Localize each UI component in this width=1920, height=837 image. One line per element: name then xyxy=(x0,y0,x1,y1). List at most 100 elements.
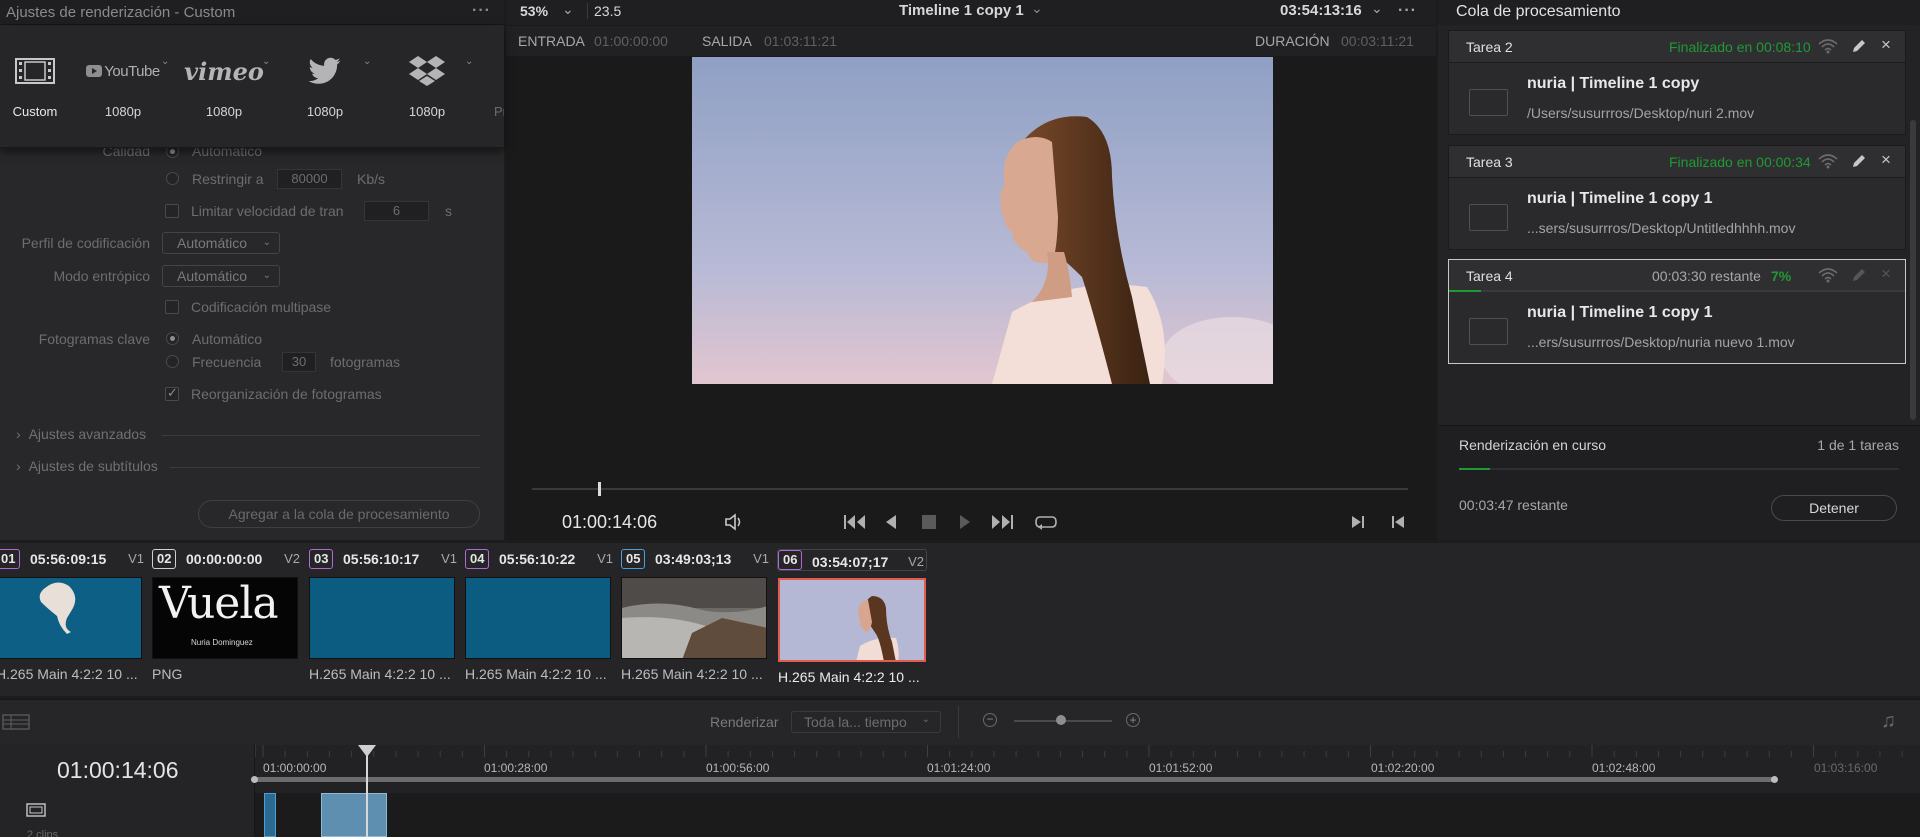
preset-strip: Custom YouTube ⌄ 1080p vimeo ⌄ 1080p ⌄ 1… xyxy=(0,26,504,148)
multipass-checkbox[interactable] xyxy=(165,300,179,314)
clip-item-selected[interactable]: 06 03:54:07;17 V2 H.265 Main 4:2:2 10 ..… xyxy=(777,549,927,685)
subtitle-settings-toggle[interactable]: › Ajustes de subtítulos xyxy=(16,458,480,474)
render-job[interactable]: Tarea 2 Finalizado en 00:08:10 × nuria |… xyxy=(1448,30,1906,135)
viewer-timecode: 03:54:13:16 xyxy=(1280,2,1362,19)
zoom-out-icon[interactable]: − xyxy=(983,713,997,727)
chevron-down-icon[interactable]: ⌄ xyxy=(262,56,270,67)
timeline-clip[interactable] xyxy=(321,793,387,837)
youtube-logo: YouTube xyxy=(73,51,173,91)
loop-icon[interactable] xyxy=(1034,513,1058,531)
stop-button[interactable]: Detener xyxy=(1771,495,1897,521)
ellipsis-icon[interactable]: ··· xyxy=(472,2,491,20)
keyframes-label: Fotogramas clave xyxy=(38,331,150,347)
profile-label: Perfil de codificación xyxy=(21,235,150,251)
play-icon[interactable] xyxy=(958,513,972,531)
preset-partial[interactable]: Pr xyxy=(478,26,504,147)
ruler-tick-label: 01:00:56:00 xyxy=(706,761,770,775)
playhead[interactable] xyxy=(366,745,368,837)
keyframes-freq-radio[interactable] xyxy=(166,355,179,368)
limit-speed-checkbox[interactable] xyxy=(165,204,179,218)
advanced-settings-label: Ajustes avanzados xyxy=(28,426,147,442)
play-reverse-icon[interactable] xyxy=(884,513,898,531)
render-range-bar[interactable] xyxy=(255,777,1775,782)
queue-scrollbar[interactable] xyxy=(1910,120,1916,420)
edit-icon[interactable] xyxy=(1851,38,1867,54)
skip-start-icon[interactable] xyxy=(843,513,867,531)
clip-track: V1 xyxy=(597,551,613,566)
clip-thumbnail xyxy=(465,577,611,659)
entropy-select[interactable]: Automático ⌄ xyxy=(162,265,280,287)
stop-icon[interactable] xyxy=(921,514,937,530)
chevron-down-icon[interactable]: ⌄ xyxy=(363,56,371,67)
preset-vimeo[interactable]: vimeo ⌄ 1080p xyxy=(174,26,274,147)
close-icon[interactable]: × xyxy=(1881,150,1891,170)
divider xyxy=(958,706,959,738)
zoom-level[interactable]: 53% xyxy=(520,3,548,19)
twitter-logo xyxy=(275,51,375,91)
range-start-handle[interactable] xyxy=(251,776,258,783)
job-progress-track xyxy=(1449,290,1905,292)
zoom-slider-handle[interactable] xyxy=(1056,715,1066,725)
render-range-select[interactable]: Toda la... tiempo ⌄ xyxy=(791,711,941,733)
bitrate-input[interactable]: 80000 xyxy=(277,169,342,189)
job-name: Tarea 2 xyxy=(1466,39,1513,55)
job-status: Finalizado en 00:00:34 xyxy=(1669,154,1811,170)
keyframes-input[interactable]: 30 xyxy=(282,352,316,372)
chevron-down-icon[interactable]: ⌄ xyxy=(161,56,169,67)
clip-thumbnail: Vuela Nuria Dominguez xyxy=(152,577,298,659)
ellipsis-icon[interactable]: ··· xyxy=(1398,2,1417,20)
clip-name: H.265 Main 4:2:2 10 ... xyxy=(309,666,451,682)
keyframes-auto-radio[interactable] xyxy=(166,332,179,345)
chevron-down-icon[interactable]: ⌄ xyxy=(562,1,574,18)
clip-track: V2 xyxy=(284,551,300,566)
add-to-queue-button[interactable]: Agregar a la cola de procesamiento xyxy=(198,500,480,528)
track-clip-count: 2 clips xyxy=(27,829,59,837)
limit-speed-label: Limitar velocidad de tran xyxy=(191,203,344,219)
job-path: ...sers/susurrros/Desktop/Untitledhhhh.m… xyxy=(1527,220,1796,236)
advanced-settings-toggle[interactable]: › Ajustes avanzados xyxy=(16,426,480,442)
render-mode-label: Renderizar xyxy=(710,714,779,730)
list-view-icon[interactable] xyxy=(2,714,30,730)
chevron-down-icon[interactable]: ⌄ xyxy=(465,56,473,67)
timeline-name[interactable]: Timeline 1 copy 1 xyxy=(899,2,1024,19)
clip-timecode: 00:00:00:00 xyxy=(186,551,263,567)
render-settings-header: Ajustes de renderización - Custom ··· xyxy=(0,0,504,25)
render-job-active[interactable]: Tarea 4 00:03:30 restante 7% × nuria | T… xyxy=(1448,259,1906,364)
skip-end-icon[interactable] xyxy=(990,513,1014,531)
preset-youtube[interactable]: YouTube ⌄ 1080p xyxy=(73,26,173,147)
close-icon[interactable]: × xyxy=(1881,35,1891,55)
clip-thumbnail xyxy=(778,578,926,662)
render-job[interactable]: Tarea 3 Finalizado en 00:00:34 × nuria |… xyxy=(1448,145,1906,250)
reorder-checkbox[interactable] xyxy=(165,385,179,401)
chevron-down-icon: ⌄ xyxy=(921,714,930,725)
preset-dropbox[interactable]: ⌄ 1080p xyxy=(377,26,477,147)
chevron-down-icon[interactable]: ⌄ xyxy=(1031,0,1043,17)
range-end-handle[interactable] xyxy=(1771,776,1778,783)
bitrate-unit: Kb/s xyxy=(357,171,386,187)
chevron-down-icon[interactable]: ⌄ xyxy=(1371,0,1383,17)
in-label: ENTRADA xyxy=(518,33,585,49)
duration-label: DURACIÓN xyxy=(1255,33,1330,49)
clip-number: 04 xyxy=(465,549,490,569)
timeline-clip[interactable] xyxy=(264,793,276,837)
zoom-in-icon[interactable]: + xyxy=(1126,713,1140,727)
preset-twitter[interactable]: ⌄ 1080p xyxy=(275,26,375,147)
playhead-handle[interactable] xyxy=(358,745,376,757)
profile-select[interactable]: Automático ⌄ xyxy=(162,232,280,254)
volume-icon[interactable] xyxy=(724,513,744,531)
restrict-radio[interactable] xyxy=(166,172,179,185)
ruler-tick-label: 01:02:48:00 xyxy=(1592,761,1656,775)
clip-track: V1 xyxy=(441,551,457,566)
scrub-handle[interactable] xyxy=(597,482,601,496)
mark-out-icon[interactable] xyxy=(1350,513,1366,531)
mark-in-icon[interactable] xyxy=(1390,513,1406,531)
clip-timecode: 03:54:07;17 xyxy=(812,554,889,570)
render-queue-title: Cola de procesamiento xyxy=(1456,3,1621,20)
scrub-bar[interactable] xyxy=(532,488,1408,490)
limit-speed-input[interactable]: 6 xyxy=(364,201,429,221)
music-note-icon[interactable]: ♫ xyxy=(1881,710,1896,733)
chevron-down-icon: ⌄ xyxy=(262,237,271,248)
edit-icon[interactable] xyxy=(1851,153,1867,169)
out-label: SALIDA xyxy=(702,33,752,49)
overall-progress-fill xyxy=(1459,468,1490,470)
